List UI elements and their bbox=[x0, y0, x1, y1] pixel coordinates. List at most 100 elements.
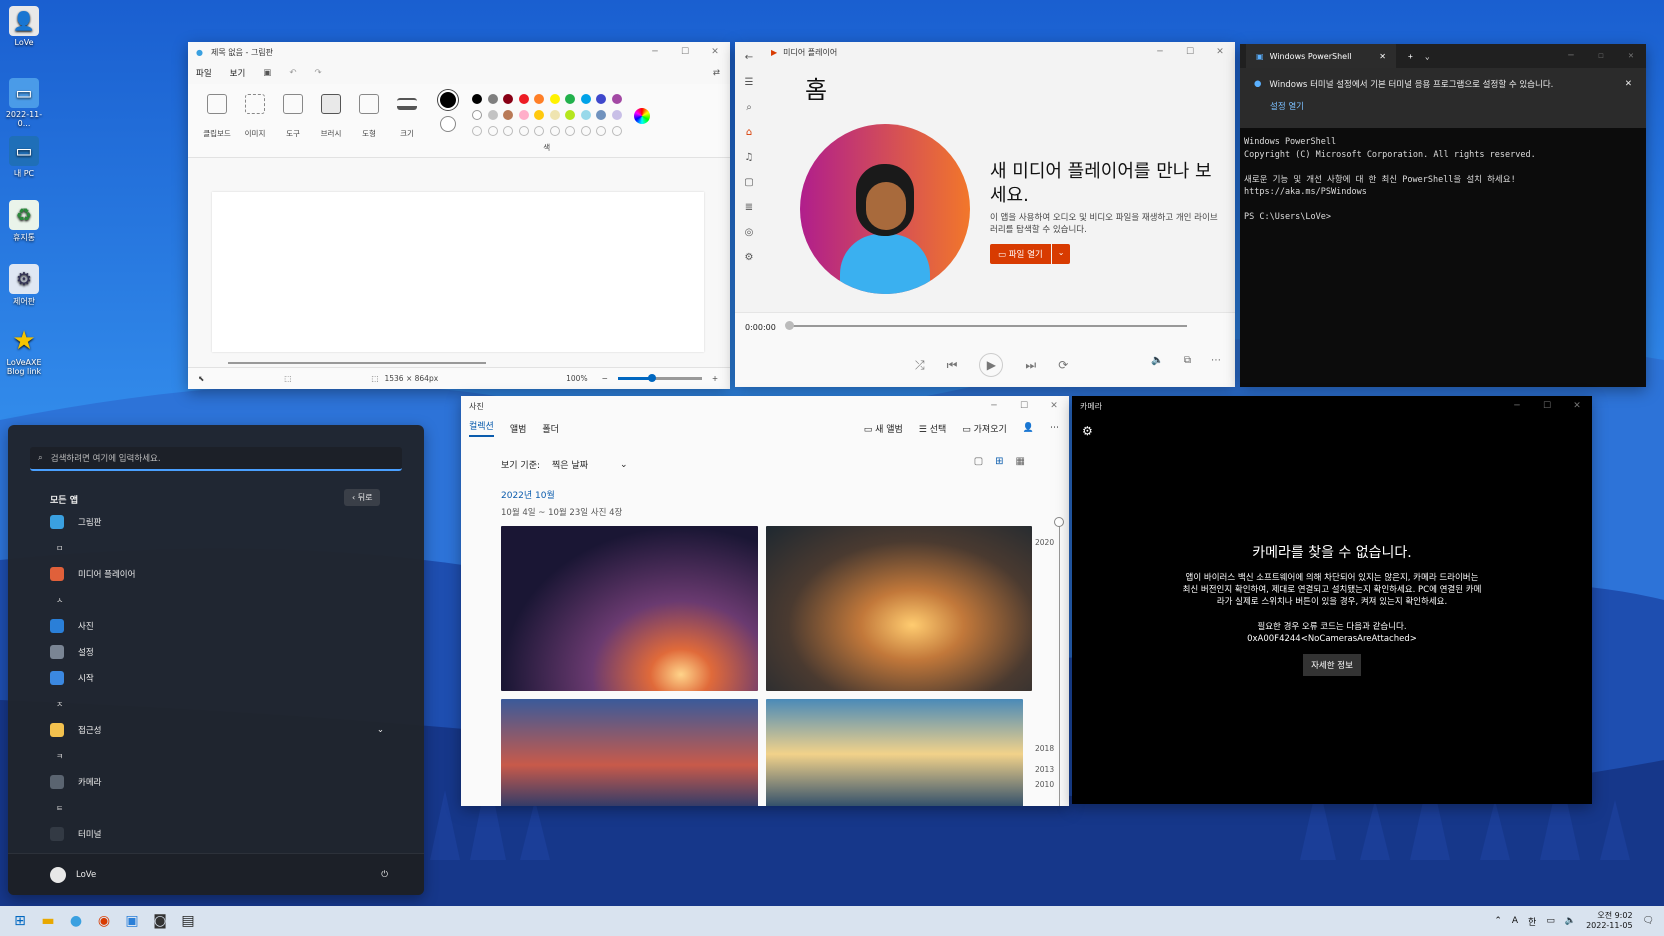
input-mode[interactable]: A bbox=[1512, 916, 1518, 926]
shuffle-icon[interactable]: ⤮ bbox=[915, 358, 925, 373]
maximize-button[interactable]: ☐ bbox=[1009, 401, 1039, 411]
maximize-button[interactable]: ☐ bbox=[1586, 51, 1616, 61]
clock[interactable]: 오전 9:02 2022-11-05 bbox=[1586, 911, 1633, 931]
next-icon[interactable]: ⏭ bbox=[1025, 358, 1036, 373]
primary-color-swatch[interactable] bbox=[438, 90, 458, 110]
select-button[interactable]: ☰ 선택 bbox=[919, 422, 947, 435]
medium-grid-icon[interactable]: ⊞ bbox=[995, 456, 1003, 467]
color-swatch[interactable] bbox=[580, 110, 591, 120]
open-file-button[interactable]: ▭ 파일 열기 bbox=[990, 244, 1051, 264]
maximize-button[interactable]: ☐ bbox=[1532, 401, 1562, 411]
minimize-button[interactable]: ─ bbox=[640, 47, 670, 57]
small-grid-icon[interactable]: ▦ bbox=[1016, 456, 1025, 467]
tab-albums[interactable]: 앨범 bbox=[510, 422, 527, 435]
close-button[interactable]: ✕ bbox=[1616, 51, 1646, 61]
new-album-button[interactable]: ▭ 새 앨범 bbox=[864, 422, 903, 435]
tool-tools[interactable]: 도구 bbox=[274, 90, 312, 139]
search-input[interactable]: ⌕ 검색하려면 여기에 입력하세요. bbox=[30, 447, 402, 471]
timeline-year[interactable]: 2020 bbox=[1035, 538, 1054, 547]
volume-icon[interactable]: 🔈 bbox=[1151, 355, 1163, 366]
list-item[interactable]: 카메라 bbox=[8, 769, 424, 795]
close-button[interactable]: ✕ bbox=[1205, 47, 1235, 57]
minimize-button[interactable]: ─ bbox=[979, 401, 1009, 411]
empty-color-slot[interactable] bbox=[503, 126, 513, 136]
undo-icon[interactable]: ↶ bbox=[289, 68, 296, 78]
settings-icon[interactable]: ⚙ bbox=[745, 252, 754, 263]
desktop-icon-pc[interactable]: ▭ 내 PC bbox=[2, 136, 46, 179]
zoom-out-button[interactable]: − bbox=[602, 374, 608, 383]
color-swatch[interactable] bbox=[472, 110, 482, 120]
color-swatch[interactable] bbox=[518, 94, 529, 104]
view-by-dropdown[interactable]: 찍은 날짜 bbox=[552, 458, 588, 471]
color-swatch[interactable] bbox=[580, 94, 591, 104]
color-swatch[interactable] bbox=[565, 110, 575, 120]
timeline-year[interactable]: 2013 bbox=[1035, 765, 1054, 774]
chevron-down-icon[interactable]: ⌄ bbox=[1425, 52, 1430, 61]
timeline-thumb[interactable] bbox=[1054, 517, 1064, 527]
empty-color-slot[interactable] bbox=[487, 126, 498, 136]
new-tab-button[interactable]: + bbox=[1408, 52, 1413, 61]
empty-color-slot[interactable] bbox=[534, 126, 544, 136]
search-icon[interactable]: ⌕ bbox=[746, 102, 752, 113]
secondary-color-swatch[interactable] bbox=[440, 116, 456, 132]
color-swatch[interactable] bbox=[534, 94, 544, 104]
list-item[interactable]: 시작 bbox=[8, 665, 424, 691]
zoom-in-button[interactable]: + bbox=[712, 374, 718, 383]
color-swatch[interactable] bbox=[472, 94, 482, 104]
color-swatch[interactable] bbox=[503, 110, 513, 120]
color-swatch[interactable] bbox=[596, 110, 606, 120]
tool-image[interactable]: 이미지 bbox=[236, 90, 274, 139]
empty-color-slot[interactable] bbox=[596, 126, 606, 136]
desktop-icon-image-file[interactable]: ▭ 2022-11-0... bbox=[2, 78, 46, 128]
letter-header[interactable]: ㅁ bbox=[8, 535, 424, 561]
list-item[interactable]: 그림판 bbox=[8, 509, 424, 535]
edit-colors-icon[interactable] bbox=[633, 108, 650, 124]
list-item[interactable]: 터미널 bbox=[8, 821, 424, 847]
letter-header[interactable]: ㅅ bbox=[8, 587, 424, 613]
chevron-up-icon[interactable]: ⌃ bbox=[1494, 916, 1502, 926]
empty-color-slot[interactable] bbox=[549, 126, 560, 136]
more-info-button[interactable]: 자세한 정보 bbox=[1303, 654, 1361, 676]
more-options-icon[interactable]: ⋯ bbox=[1211, 355, 1221, 366]
tab-powershell[interactable]: ▣ Windows PowerShell ✕ bbox=[1246, 44, 1396, 68]
start-button[interactable]: ⊞ bbox=[6, 907, 34, 935]
color-swatch[interactable] bbox=[611, 94, 622, 104]
tab-collection[interactable]: 컬렉션 bbox=[469, 419, 494, 437]
close-button[interactable]: ✕ bbox=[1562, 401, 1592, 411]
music-icon[interactable]: ♫ bbox=[745, 152, 754, 163]
volume-icon[interactable]: 🔈 bbox=[1565, 916, 1576, 926]
tool-shapes[interactable]: 도형 bbox=[350, 90, 388, 139]
desktop-icon-recycle-bin[interactable]: ♻ 휴지통 bbox=[2, 200, 46, 243]
video-icon[interactable]: ▢ bbox=[744, 177, 753, 188]
empty-color-slot[interactable] bbox=[580, 126, 591, 136]
seek-thumb[interactable] bbox=[785, 321, 794, 330]
chevron-down-icon[interactable]: ⌄ bbox=[1051, 244, 1071, 264]
timeline-year[interactable]: 2010 bbox=[1035, 780, 1054, 789]
queue-icon[interactable]: ◎ bbox=[745, 227, 754, 238]
seek-bar[interactable] bbox=[789, 325, 1187, 327]
redo-icon[interactable]: ↷ bbox=[314, 68, 321, 78]
color-swatch[interactable] bbox=[487, 94, 498, 104]
terminal-taskbar-icon[interactable]: ▤ bbox=[174, 907, 202, 935]
letter-header[interactable]: ㅈ bbox=[8, 691, 424, 717]
photo-thumbnail[interactable] bbox=[766, 699, 1023, 806]
previous-icon[interactable]: ⏮ bbox=[947, 358, 958, 373]
back-button[interactable]: ‹ 뒤로 bbox=[344, 489, 381, 506]
account-icon[interactable]: 👤 bbox=[1023, 423, 1034, 433]
timeline-year[interactable]: 2018 bbox=[1035, 744, 1054, 753]
list-item[interactable]: 사진 bbox=[8, 613, 424, 639]
letter-header[interactable]: ㅋ bbox=[8, 743, 424, 769]
menu-view[interactable]: 보기 bbox=[230, 67, 246, 79]
paint-canvas[interactable] bbox=[212, 192, 704, 352]
more-options-icon[interactable]: ⋯ bbox=[1050, 423, 1059, 433]
close-button[interactable]: ✕ bbox=[700, 47, 730, 57]
power-icon[interactable]: ⏻ bbox=[381, 870, 388, 880]
color-swatch[interactable] bbox=[503, 94, 513, 104]
empty-color-slot[interactable] bbox=[611, 126, 622, 136]
color-swatch[interactable] bbox=[565, 94, 575, 104]
play-icon[interactable]: ▶ bbox=[979, 353, 1004, 377]
miniplayer-icon[interactable]: ⧉ bbox=[1184, 355, 1191, 366]
menu-file[interactable]: 파일 bbox=[196, 67, 212, 79]
photo-thumbnail[interactable] bbox=[501, 526, 758, 691]
repeat-icon[interactable]: ⟳ bbox=[1058, 358, 1068, 372]
